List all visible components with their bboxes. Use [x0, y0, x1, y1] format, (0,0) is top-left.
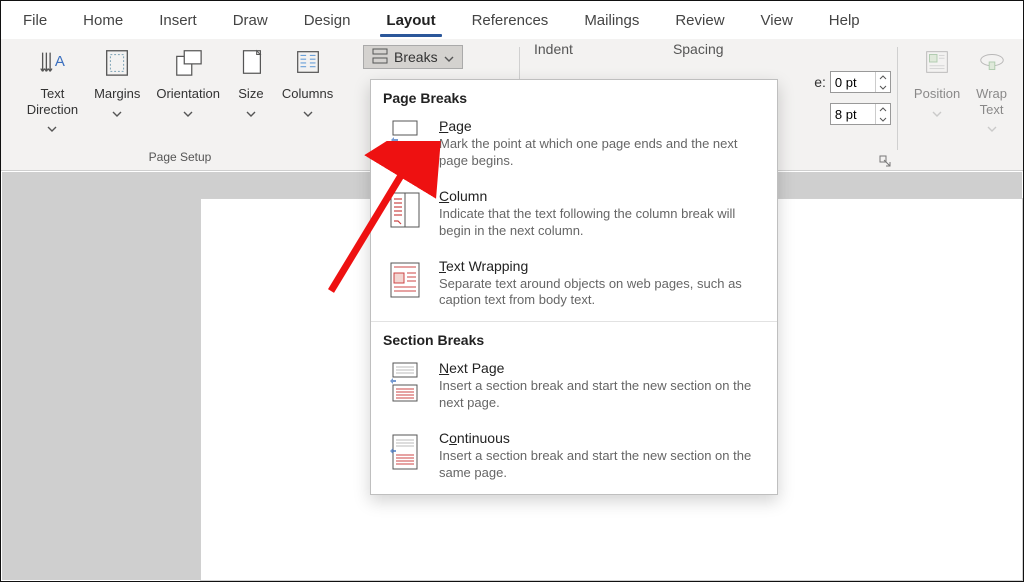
tab-references[interactable]: References — [454, 4, 567, 37]
spacing-label: Spacing — [673, 41, 724, 57]
spacing-before-spin[interactable] — [830, 71, 891, 93]
break-text-wrapping-desc: Separate text around objects on web page… — [439, 276, 763, 310]
chevron-down-icon — [112, 104, 122, 122]
tab-mailings[interactable]: Mailings — [566, 4, 657, 37]
page-setup-group-label: Page Setup — [9, 146, 351, 170]
text-direction-icon: A — [37, 47, 67, 82]
orientation-button[interactable]: Orientation — [148, 43, 228, 137]
margins-icon — [102, 47, 132, 82]
page-break-icon — [385, 118, 425, 162]
chevron-down-icon — [303, 104, 313, 122]
text-direction-label: TextDirection — [27, 86, 78, 117]
break-text-wrapping-title: Text Wrapping — [439, 258, 763, 274]
chevron-down-icon — [246, 104, 256, 122]
chevron-down-icon — [987, 119, 997, 137]
spin-up-icon[interactable] — [876, 72, 890, 82]
break-next-page-title: Next Page — [439, 360, 763, 376]
wrap-text-icon — [977, 47, 1007, 82]
column-break-icon — [385, 188, 425, 232]
break-column-desc: Indicate that the text following the col… — [439, 206, 763, 240]
size-label: Size — [238, 86, 263, 102]
breaks-icon — [372, 48, 388, 67]
margins-label: Margins — [94, 86, 140, 102]
spin-down-icon[interactable] — [876, 82, 890, 92]
chevron-down-icon — [183, 104, 193, 122]
page-breaks-header: Page Breaks — [371, 80, 777, 112]
chevron-down-icon — [444, 49, 454, 65]
text-wrapping-break-icon — [385, 258, 425, 302]
size-icon — [236, 47, 266, 82]
position-label: Position — [914, 86, 960, 102]
break-text-wrapping-item[interactable]: Text Wrapping Separate text around objec… — [371, 252, 777, 322]
columns-button[interactable]: Columns — [274, 43, 341, 137]
chevron-down-icon — [47, 119, 57, 137]
next-page-break-icon — [385, 360, 425, 404]
break-continuous-item[interactable]: Continuous Insert a section break and st… — [371, 424, 777, 494]
continuous-break-icon — [385, 430, 425, 474]
wrap-text-button[interactable]: WrapText — [968, 43, 1015, 137]
tab-insert[interactable]: Insert — [141, 4, 215, 37]
columns-icon — [293, 47, 323, 82]
columns-label: Columns — [282, 86, 333, 102]
chevron-down-icon — [932, 104, 942, 122]
tab-review[interactable]: Review — [657, 4, 742, 37]
spacing-after-spin[interactable] — [830, 103, 891, 125]
tab-design[interactable]: Design — [286, 4, 369, 37]
break-page-desc: Mark the point at which one page ends an… — [439, 136, 763, 170]
tab-home[interactable]: Home — [65, 4, 141, 37]
break-page-title: Page — [439, 118, 763, 134]
position-icon — [922, 47, 952, 82]
spacing-before-input[interactable] — [831, 75, 875, 90]
spacing-before-label-fragment: e: — [814, 74, 826, 90]
tab-layout[interactable]: Layout — [368, 4, 453, 37]
spin-down-icon[interactable] — [876, 114, 890, 124]
tab-draw[interactable]: Draw — [215, 4, 286, 37]
break-next-page-desc: Insert a section break and start the new… — [439, 378, 763, 412]
breaks-label: Breaks — [394, 49, 438, 65]
wrap-text-label: WrapText — [976, 86, 1007, 117]
dialog-launcher-icon[interactable] — [879, 154, 891, 166]
size-button[interactable]: Size — [228, 43, 274, 137]
break-next-page-item[interactable]: Next Page Insert a section break and sta… — [371, 354, 777, 424]
section-breaks-header: Section Breaks — [371, 321, 777, 354]
break-page-item[interactable]: Page Mark the point at which one page en… — [371, 112, 777, 182]
menu-bar: File Home Insert Draw Design Layout Refe… — [1, 1, 1023, 39]
svg-text:A: A — [55, 53, 65, 70]
spacing-after-input[interactable] — [831, 107, 875, 122]
tab-file[interactable]: File — [5, 4, 65, 37]
breaks-dropdown: Page Breaks Page Mark the point at which… — [370, 79, 778, 495]
break-continuous-desc: Insert a section break and start the new… — [439, 448, 763, 482]
break-column-item[interactable]: Column Indicate that the text following … — [371, 182, 777, 252]
break-column-title: Column — [439, 188, 763, 204]
position-button[interactable]: Position — [906, 43, 968, 137]
orientation-label: Orientation — [156, 86, 220, 102]
text-direction-button[interactable]: A TextDirection — [19, 43, 86, 137]
breaks-button[interactable]: Breaks — [363, 45, 463, 69]
tab-help[interactable]: Help — [811, 4, 878, 37]
break-continuous-title: Continuous — [439, 430, 763, 446]
orientation-icon — [173, 47, 203, 82]
indent-label: Indent — [534, 41, 573, 57]
margins-button[interactable]: Margins — [86, 43, 148, 137]
tab-view[interactable]: View — [743, 4, 811, 37]
spin-up-icon[interactable] — [876, 104, 890, 114]
